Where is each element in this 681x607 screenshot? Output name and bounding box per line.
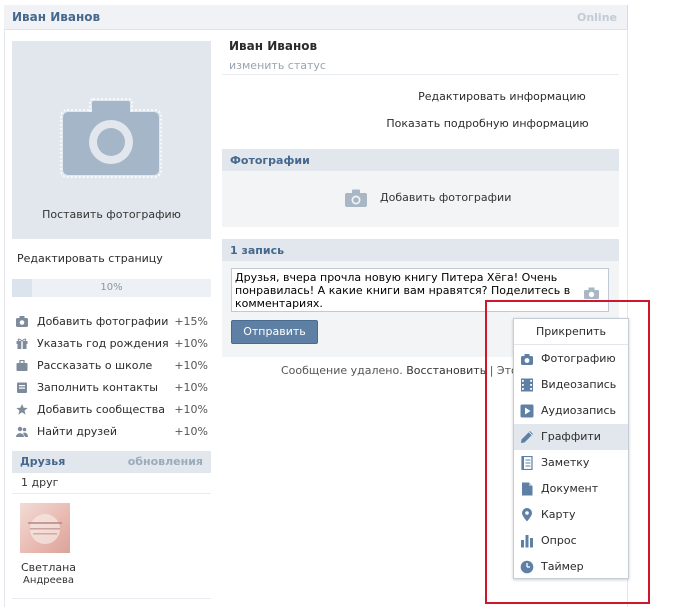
deleted-text: Сообщение удалено. xyxy=(281,364,403,377)
camera-icon xyxy=(60,98,162,178)
profile-page: Иван Иванов Online Поставить фотографию … xyxy=(0,0,681,607)
photos-title[interactable]: Фотографии xyxy=(230,154,310,167)
add-photos-label: Добавить фотографии xyxy=(380,191,512,204)
camera-icon xyxy=(16,316,28,327)
progress-label: 10% xyxy=(100,282,123,293)
bonus-percent: +10% xyxy=(174,425,208,438)
bonus-label: Найти друзей xyxy=(37,425,118,438)
friend-first-name[interactable]: Светлана xyxy=(21,561,76,574)
friend-avatar[interactable] xyxy=(20,503,70,553)
bonus-item-find-friends[interactable]: Найти друзей +10% xyxy=(16,423,211,441)
bonus-percent: +15% xyxy=(174,315,208,328)
online-status: Online xyxy=(576,11,617,24)
bonus-item-communities[interactable]: Добавить сообщества +10% xyxy=(16,401,211,419)
wall-title: 1 запись xyxy=(230,244,285,257)
friend-last-name[interactable]: Андреева xyxy=(23,575,74,586)
bonus-label: Добавить фотографии xyxy=(37,315,169,328)
bonus-item-school[interactable]: Рассказать о школе +10% xyxy=(16,357,211,375)
profile-progress-bar: 10% xyxy=(12,279,211,297)
highlight-annotation-box xyxy=(485,300,650,604)
friend-avatar-art xyxy=(28,514,62,544)
briefcase-icon xyxy=(16,360,28,371)
camera-icon xyxy=(345,189,367,207)
top-bar-name[interactable]: Иван Иванов xyxy=(12,10,100,24)
people-icon xyxy=(16,426,28,437)
frame-border-left xyxy=(4,30,5,607)
divider xyxy=(222,74,619,75)
bonus-label: Заполнить контакты xyxy=(37,381,158,394)
bonus-percent: +10% xyxy=(174,337,208,350)
bonus-percent: +10% xyxy=(174,381,208,394)
contacts-icon xyxy=(17,382,27,393)
edit-info-link[interactable]: Редактировать информацию xyxy=(222,90,619,103)
add-photos-area[interactable]: Добавить фотографии xyxy=(222,171,619,227)
edit-page-link[interactable]: Редактировать страницу xyxy=(17,252,163,265)
status-input[interactable]: изменить статус xyxy=(229,59,326,72)
divider xyxy=(12,598,211,599)
bonus-label: Рассказать о школе xyxy=(37,359,153,372)
wall-header: 1 запись xyxy=(222,239,619,261)
bonus-item-birth-year[interactable]: Указать год рождения +10% xyxy=(16,335,211,353)
friends-title[interactable]: Друзья xyxy=(20,455,65,468)
divider xyxy=(12,493,211,494)
bonus-percent: +10% xyxy=(174,359,208,372)
friends-count: 1 друг xyxy=(21,476,59,489)
friends-updates-link[interactable]: обновления xyxy=(128,455,203,468)
friends-header: Друзья обновления xyxy=(12,451,211,473)
show-more-link[interactable]: Показать подробную информацию xyxy=(222,117,619,130)
bonus-percent: +10% xyxy=(174,403,208,416)
star-icon xyxy=(16,404,28,415)
send-button[interactable]: Отправить xyxy=(231,320,318,344)
top-bar: Иван Иванов Online xyxy=(4,5,628,30)
bonus-label: Указать год рождения xyxy=(37,337,169,350)
restore-link[interactable]: Восстановить xyxy=(406,364,486,377)
avatar-upload[interactable]: Поставить фотографию xyxy=(12,41,211,239)
page-title: Иван Иванов xyxy=(229,39,318,53)
bonus-label: Добавить сообщества xyxy=(37,403,165,416)
attach-camera-icon[interactable] xyxy=(584,287,599,299)
avatar-upload-label: Поставить фотографию xyxy=(42,208,181,221)
bonus-item-add-photos[interactable]: Добавить фотографии +15% xyxy=(16,313,211,331)
photos-header: Фотографии xyxy=(222,149,619,171)
bonus-item-contacts[interactable]: Заполнить контакты +10% xyxy=(16,379,211,397)
gift-icon xyxy=(16,338,28,349)
